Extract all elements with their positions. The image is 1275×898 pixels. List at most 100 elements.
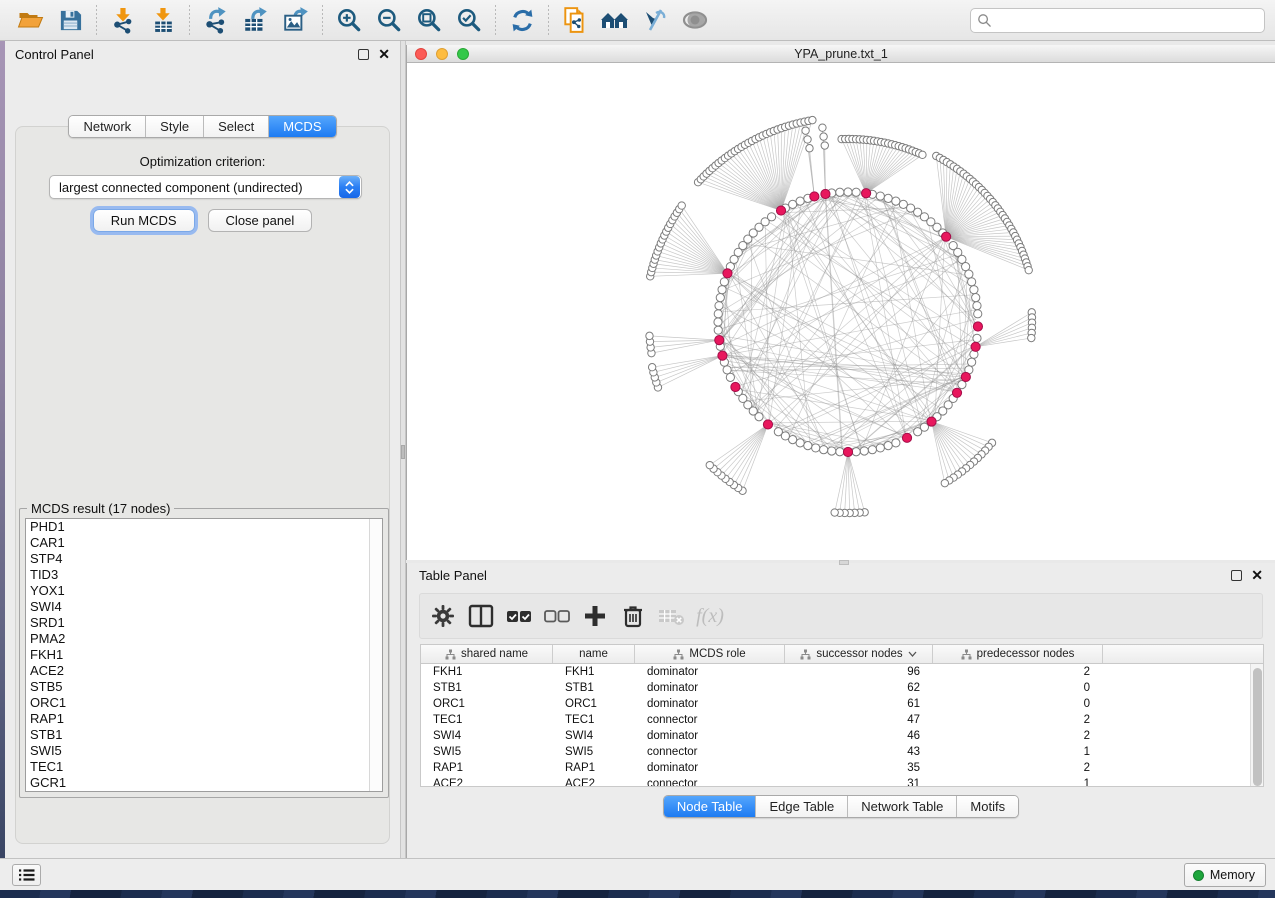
mcds-result-item[interactable]: GCR1 <box>26 775 382 791</box>
table-row[interactable]: SWI4SWI4dominator462 <box>421 728 1263 744</box>
show-columns-icon[interactable] <box>466 601 496 631</box>
optimization-criterion-select[interactable]: largest connected component (undirected) <box>49 175 362 199</box>
minimize-light-icon[interactable] <box>436 48 448 60</box>
export-image-icon[interactable] <box>276 3 316 37</box>
clone-network-icon[interactable] <box>555 3 595 37</box>
show-graphics-details-icon[interactable] <box>675 3 715 37</box>
gear-icon[interactable] <box>428 601 458 631</box>
mcds-result-item[interactable]: SWI5 <box>26 743 382 759</box>
memory-button[interactable]: Memory <box>1184 863 1266 887</box>
select-all-icon[interactable] <box>504 601 534 631</box>
table-cell: 62 <box>785 682 933 694</box>
zoom-selected-icon[interactable] <box>449 3 489 37</box>
deselect-all-icon[interactable] <box>542 601 572 631</box>
column-type-icon <box>445 649 456 660</box>
splitter-grip[interactable] <box>401 445 405 459</box>
table-scrollbar-thumb[interactable] <box>1253 668 1262 786</box>
mcds-result-item[interactable]: TID3 <box>26 567 382 583</box>
mcds-result-item[interactable]: PHD1 <box>26 519 382 535</box>
hide-graphics-details-icon[interactable] <box>635 3 675 37</box>
search-input[interactable] <box>997 14 1258 28</box>
table-cell: 43 <box>785 746 933 758</box>
network-window-titlebar[interactable]: YPA_prune.txt_1 <box>407 45 1275 63</box>
mcds-result-item[interactable]: CAR1 <box>26 535 382 551</box>
mcds-result-item[interactable]: YOX1 <box>26 583 382 599</box>
mcds-result-item[interactable]: PMA2 <box>26 631 382 647</box>
toolbar-separator <box>96 5 97 35</box>
search-icon <box>977 13 992 28</box>
export-network-icon[interactable] <box>196 3 236 37</box>
memory-status-icon <box>1193 870 1204 881</box>
mcds-list-scrollbar[interactable] <box>369 519 382 791</box>
mcds-result-group: MCDS result (17 nodes) PHD1CAR1STP4TID3Y… <box>19 508 389 798</box>
table-cell: connector <box>635 714 785 726</box>
column-type-icon <box>800 649 811 660</box>
close-panel-button[interactable]: Close panel <box>208 209 313 232</box>
column-header-predecessor-nodes[interactable]: predecessor nodes <box>933 645 1103 663</box>
table-row[interactable]: ORC1ORC1dominator610 <box>421 696 1263 712</box>
import-table-icon[interactable] <box>143 3 183 37</box>
network-overview-icon[interactable] <box>595 3 635 37</box>
tab-style[interactable]: Style <box>146 116 204 137</box>
mcds-result-item[interactable]: SRD1 <box>26 615 382 631</box>
list-icon <box>19 868 35 882</box>
column-header-name[interactable]: name <box>553 645 635 663</box>
table-row[interactable]: STB1STB1dominator620 <box>421 680 1263 696</box>
save-icon[interactable] <box>50 3 90 37</box>
apply-layout-icon[interactable] <box>502 3 542 37</box>
export-table-icon[interactable] <box>236 3 276 37</box>
table-row[interactable]: ACE2ACE2connector311 <box>421 776 1263 787</box>
column-header-MCDS-role[interactable]: MCDS role <box>635 645 785 663</box>
mcds-result-item[interactable]: ACE2 <box>26 663 382 679</box>
tab-mcds[interactable]: MCDS <box>269 116 335 137</box>
mcds-result-item[interactable]: SWI4 <box>26 599 382 615</box>
import-network-icon[interactable] <box>103 3 143 37</box>
table-scrollbar[interactable] <box>1250 664 1263 786</box>
float-table-panel-icon[interactable] <box>1231 570 1242 581</box>
mcds-result-item[interactable]: TEC1 <box>26 759 382 775</box>
mcds-result-item[interactable]: RAP1 <box>26 711 382 727</box>
mcds-result-item[interactable]: STB5 <box>26 679 382 695</box>
tab-select[interactable]: Select <box>204 116 269 137</box>
close-light-icon[interactable] <box>415 48 427 60</box>
toolbar-separator <box>548 5 549 35</box>
zoom-light-icon[interactable] <box>457 48 469 60</box>
column-header-shared-name[interactable]: shared name <box>421 645 553 663</box>
table-cell: connector <box>635 778 785 787</box>
zoom-out-icon[interactable] <box>369 3 409 37</box>
network-canvas[interactable] <box>407 63 1275 560</box>
control-panel-titlebar: Control Panel ✕ <box>5 41 400 67</box>
open-folder-icon[interactable] <box>10 3 50 37</box>
mcds-result-item[interactable]: ORC1 <box>26 695 382 711</box>
run-mcds-button[interactable]: Run MCDS <box>93 209 195 232</box>
node-table[interactable]: shared name nameMCDS rolesuccessor nodesp… <box>420 644 1264 787</box>
tab-motifs[interactable]: Motifs <box>957 796 1018 817</box>
float-panel-icon[interactable] <box>358 49 369 60</box>
table-row[interactable]: RAP1RAP1dominator352 <box>421 760 1263 776</box>
tab-node-table[interactable]: Node Table <box>664 796 757 817</box>
search-field[interactable] <box>970 8 1265 33</box>
mcds-result-item[interactable]: FKH1 <box>26 647 382 663</box>
close-table-panel-icon[interactable]: ✕ <box>1251 570 1263 581</box>
tab-network-table[interactable]: Network Table <box>848 796 957 817</box>
column-header-successor-nodes[interactable]: successor nodes <box>785 645 933 663</box>
tab-edge-table[interactable]: Edge Table <box>756 796 848 817</box>
mcds-result-item[interactable]: STB1 <box>26 727 382 743</box>
panel-menu-button[interactable] <box>12 864 41 886</box>
close-panel-icon[interactable]: ✕ <box>378 49 390 60</box>
horizontal-splitter-grip[interactable] <box>839 560 849 565</box>
add-icon[interactable] <box>580 601 610 631</box>
mcds-result-list[interactable]: PHD1CAR1STP4TID3YOX1SWI4SRD1PMA2FKH1ACE2… <box>25 518 383 792</box>
delete-icon[interactable] <box>618 601 648 631</box>
mcds-result-item[interactable]: STP4 <box>26 551 382 567</box>
table-cell: 46 <box>785 730 933 742</box>
tab-network[interactable]: Network <box>69 116 146 137</box>
toolbar-separator <box>189 5 190 35</box>
column-header-label: shared name <box>461 648 528 660</box>
table-row[interactable]: SWI5SWI5connector431 <box>421 744 1263 760</box>
table-row[interactable]: FKH1FKH1dominator962 <box>421 664 1263 680</box>
desktop-wallpaper-bottom <box>0 890 1275 898</box>
zoom-fit-icon[interactable] <box>409 3 449 37</box>
zoom-in-icon[interactable] <box>329 3 369 37</box>
table-row[interactable]: TEC1TEC1connector472 <box>421 712 1263 728</box>
